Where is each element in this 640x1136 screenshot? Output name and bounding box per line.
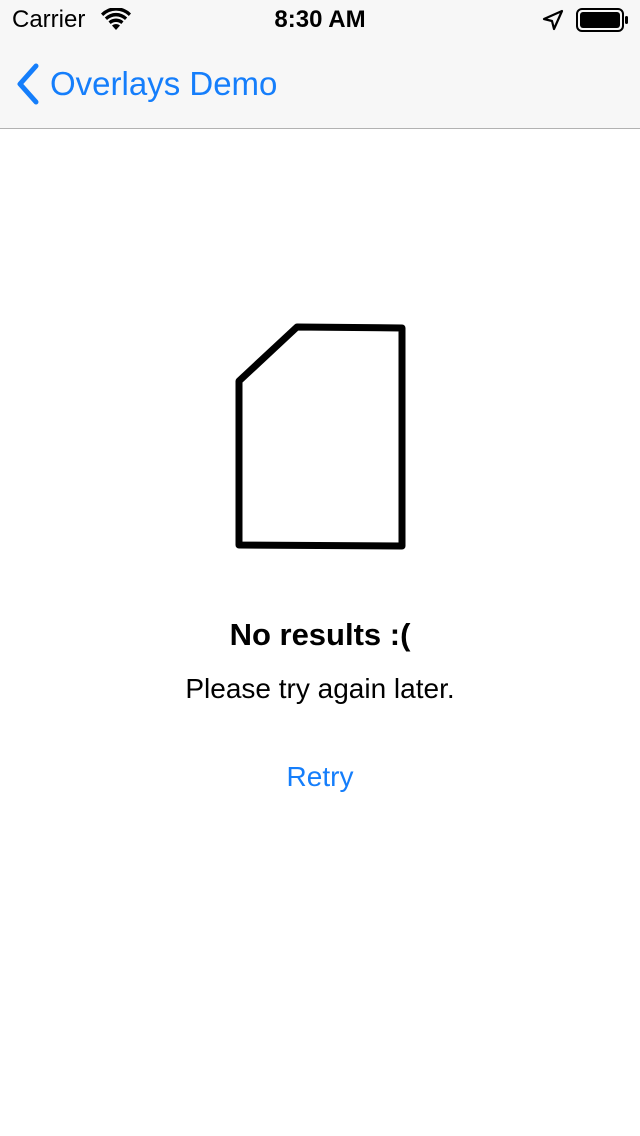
retry-button[interactable]: Retry: [250, 749, 390, 805]
screen: Carrier 8:30 AM Overlays Demo No results…: [0, 0, 640, 1136]
navigation-bar: Overlays Demo: [0, 40, 640, 129]
empty-state-message: Please try again later.: [185, 673, 455, 704]
back-button[interactable]: Overlays Demo: [14, 60, 277, 108]
back-button-label: Overlays Demo: [50, 65, 278, 102]
status-bar: Carrier 8:30 AM: [0, 0, 640, 40]
battery-icon: [576, 8, 628, 32]
document-icon: [235, 323, 406, 550]
chevron-left-icon: [17, 63, 39, 105]
empty-state-title: No results :(: [229, 617, 411, 652]
location-arrow-icon: [542, 9, 564, 31]
